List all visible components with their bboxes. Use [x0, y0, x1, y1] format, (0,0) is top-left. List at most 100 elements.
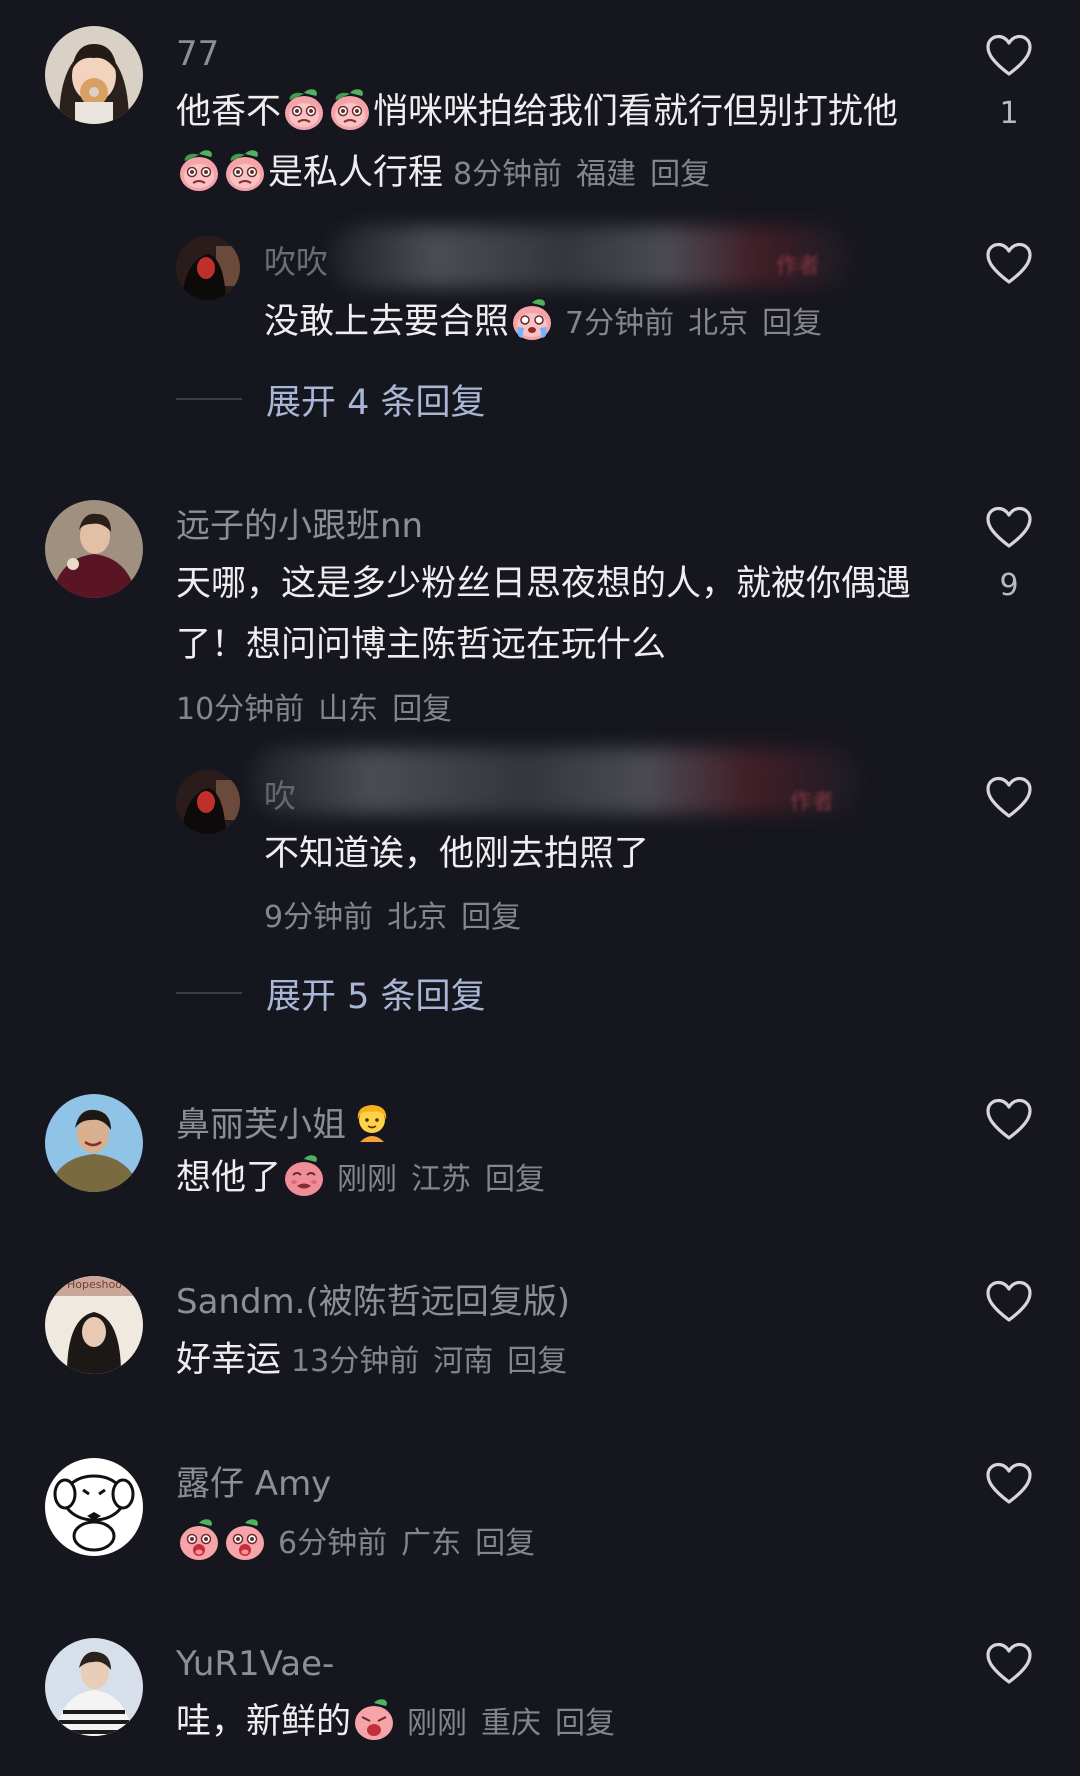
- author-badge: 作者: [776, 254, 821, 279]
- dark-hooded-figure-avatar-icon: [176, 770, 240, 834]
- comment-text: 想他了 刚刚 江苏 回复: [176, 1148, 936, 1210]
- girl-with-donut-avatar-icon: [45, 26, 143, 124]
- heart-icon[interactable]: [985, 242, 1033, 286]
- heart-icon[interactable]: [985, 1280, 1033, 1324]
- comment-meta: 8分钟前 福建 回复: [453, 157, 710, 192]
- reply-meta: 9分钟前 北京 回复: [264, 900, 521, 935]
- heart-icon[interactable]: [985, 1462, 1033, 1506]
- peach-tears-emoji-icon: [510, 297, 554, 341]
- expand-divider: [176, 992, 242, 994]
- reply-text: 不知道诶，他刚去拍照了: [264, 834, 650, 874]
- peach-crying-emoji-icon: [282, 87, 326, 131]
- redacted-username-area: [330, 226, 850, 288]
- peach-screaming-emoji-icon: [352, 1697, 396, 1741]
- comment-meta: 刚刚 重庆 回复: [407, 1706, 615, 1741]
- avatar[interactable]: [176, 770, 240, 834]
- expand-replies-label[interactable]: 展开 5 条回复: [266, 968, 486, 1019]
- heart-icon[interactable]: [985, 506, 1033, 550]
- comment-username[interactable]: 鼻丽芙小姐: [176, 1100, 395, 1145]
- reply-location: 北京: [387, 900, 448, 935]
- avatar[interactable]: [176, 236, 240, 300]
- expand-divider: [176, 398, 242, 400]
- reply-text-content: 没敢上去要合照: [264, 302, 510, 342]
- boy-in-striped-shirt-avatar-icon: [45, 1638, 143, 1736]
- comment-location: 山东: [318, 692, 379, 727]
- man-smiling-avatar-icon: [45, 1094, 143, 1192]
- heart-icon[interactable]: [985, 1098, 1033, 1142]
- reply-button[interactable]: 回复: [475, 1526, 535, 1561]
- comment-location: 江苏: [411, 1162, 472, 1197]
- peach-shocked-emoji-icon: [177, 1517, 221, 1561]
- heart-icon[interactable]: [985, 34, 1033, 78]
- reply-button[interactable]: 回复: [762, 306, 822, 341]
- reply-button[interactable]: 回复: [650, 157, 710, 192]
- reply-meta: 7分钟前 北京 回复: [565, 306, 822, 341]
- comment-text: 哇，新鲜的 刚刚 重庆 回复: [176, 1692, 936, 1754]
- author-badge: 作者: [790, 790, 835, 815]
- cartoon-dog-avatar-icon: [45, 1458, 143, 1556]
- reply-button[interactable]: 回复: [555, 1706, 615, 1741]
- peach-crying-emoji-icon: [328, 87, 372, 131]
- reply-button[interactable]: 回复: [461, 900, 521, 935]
- comment-meta: 6分钟前 广东 回复: [278, 1526, 535, 1561]
- comment-time: 刚刚: [337, 1162, 398, 1197]
- like-count: 1: [999, 96, 1019, 131]
- comment-location: 河南: [433, 1344, 494, 1379]
- redacted-username-area: [250, 748, 860, 814]
- comment-text-part: 悄咪咪拍给我们看就行但别打扰他: [373, 92, 899, 132]
- comment-username[interactable]: Sandm.(被陈哲远回复版): [176, 1282, 570, 1322]
- man-in-suit-avatar-icon: [45, 500, 143, 598]
- avatar[interactable]: [45, 1094, 143, 1192]
- avatar[interactable]: [45, 1638, 143, 1736]
- comment-meta: 10分钟前 山东 回复: [176, 692, 452, 727]
- avatar[interactable]: [45, 1458, 143, 1556]
- comment-time: 6分钟前: [278, 1526, 388, 1561]
- comment-username[interactable]: 露仔 Amy: [176, 1464, 331, 1504]
- comment-time: 刚刚: [407, 1706, 468, 1741]
- reply-username[interactable]: 吹吹: [264, 242, 328, 282]
- comment-text: 6分钟前 广东 回复: [176, 1512, 936, 1574]
- comment-location: 福建: [576, 157, 637, 192]
- comment-location: 广东: [401, 1526, 462, 1561]
- comment-text-content: 想他了: [176, 1158, 282, 1198]
- heart-icon[interactable]: [985, 1642, 1033, 1686]
- comment-time: 8分钟前: [453, 157, 563, 192]
- comment-meta: 刚刚 江苏 回复: [337, 1162, 545, 1197]
- comment-text-content: 好幸运: [176, 1340, 282, 1380]
- comment-text-content: 哇，新鲜的: [176, 1702, 352, 1742]
- avatar-caption: Hopeshoo: [67, 1278, 122, 1291]
- comment-username[interactable]: YuR1Vae-: [176, 1644, 334, 1684]
- reply-time: 9分钟前: [264, 900, 374, 935]
- comment-text: 他香不 悄咪咪拍给我们看就行但别打扰他是私人行程 8分钟前 福建 回复: [176, 82, 936, 205]
- expand-replies-label[interactable]: 展开 4 条回复: [266, 374, 486, 425]
- comment-text-part: 是私人行程: [268, 153, 444, 193]
- avatar[interactable]: [45, 26, 143, 124]
- reply-location: 北京: [688, 306, 749, 341]
- reply-meta: 9分钟前 北京 回复: [254, 886, 874, 948]
- comment-text: 好幸运 13分钟前 河南 回复: [176, 1330, 936, 1392]
- comment-text-part: 他香不: [176, 92, 282, 132]
- comment-username[interactable]: 远子的小跟班nn: [176, 506, 423, 546]
- heart-icon[interactable]: [985, 776, 1033, 820]
- expand-replies-button[interactable]: 展开 4 条回复: [176, 374, 486, 424]
- avatar[interactable]: [45, 500, 143, 598]
- avatar[interactable]: Hopeshoo: [45, 1276, 143, 1374]
- reply-time: 7分钟前: [565, 306, 675, 341]
- reply-button[interactable]: 回复: [507, 1344, 567, 1379]
- comment-meta: 10分钟前 山东 回复: [166, 678, 926, 740]
- peach-missing-you-emoji-icon: [282, 1153, 326, 1197]
- reply-button[interactable]: 回复: [392, 692, 452, 727]
- expand-replies-button[interactable]: 展开 5 条回复: [176, 968, 486, 1018]
- peach-crying-emoji-icon: [177, 148, 221, 192]
- comment-location: 重庆: [481, 1706, 542, 1741]
- reply-button[interactable]: 回复: [485, 1162, 545, 1197]
- like-count: 9: [999, 568, 1019, 603]
- dark-hooded-figure-avatar-icon: [176, 236, 240, 300]
- comment-meta: 13分钟前 河南 回复: [291, 1344, 567, 1379]
- comment-username-text: 鼻丽芙小姐: [176, 1105, 346, 1145]
- comment-time: 10分钟前: [176, 692, 305, 727]
- reply-text: 没敢上去要合照 7分钟前 北京 回复: [264, 292, 884, 354]
- blonde-girl-emoji-icon: [350, 1100, 394, 1144]
- comment-time: 13分钟前: [291, 1344, 420, 1379]
- comment-username[interactable]: 77: [176, 34, 219, 74]
